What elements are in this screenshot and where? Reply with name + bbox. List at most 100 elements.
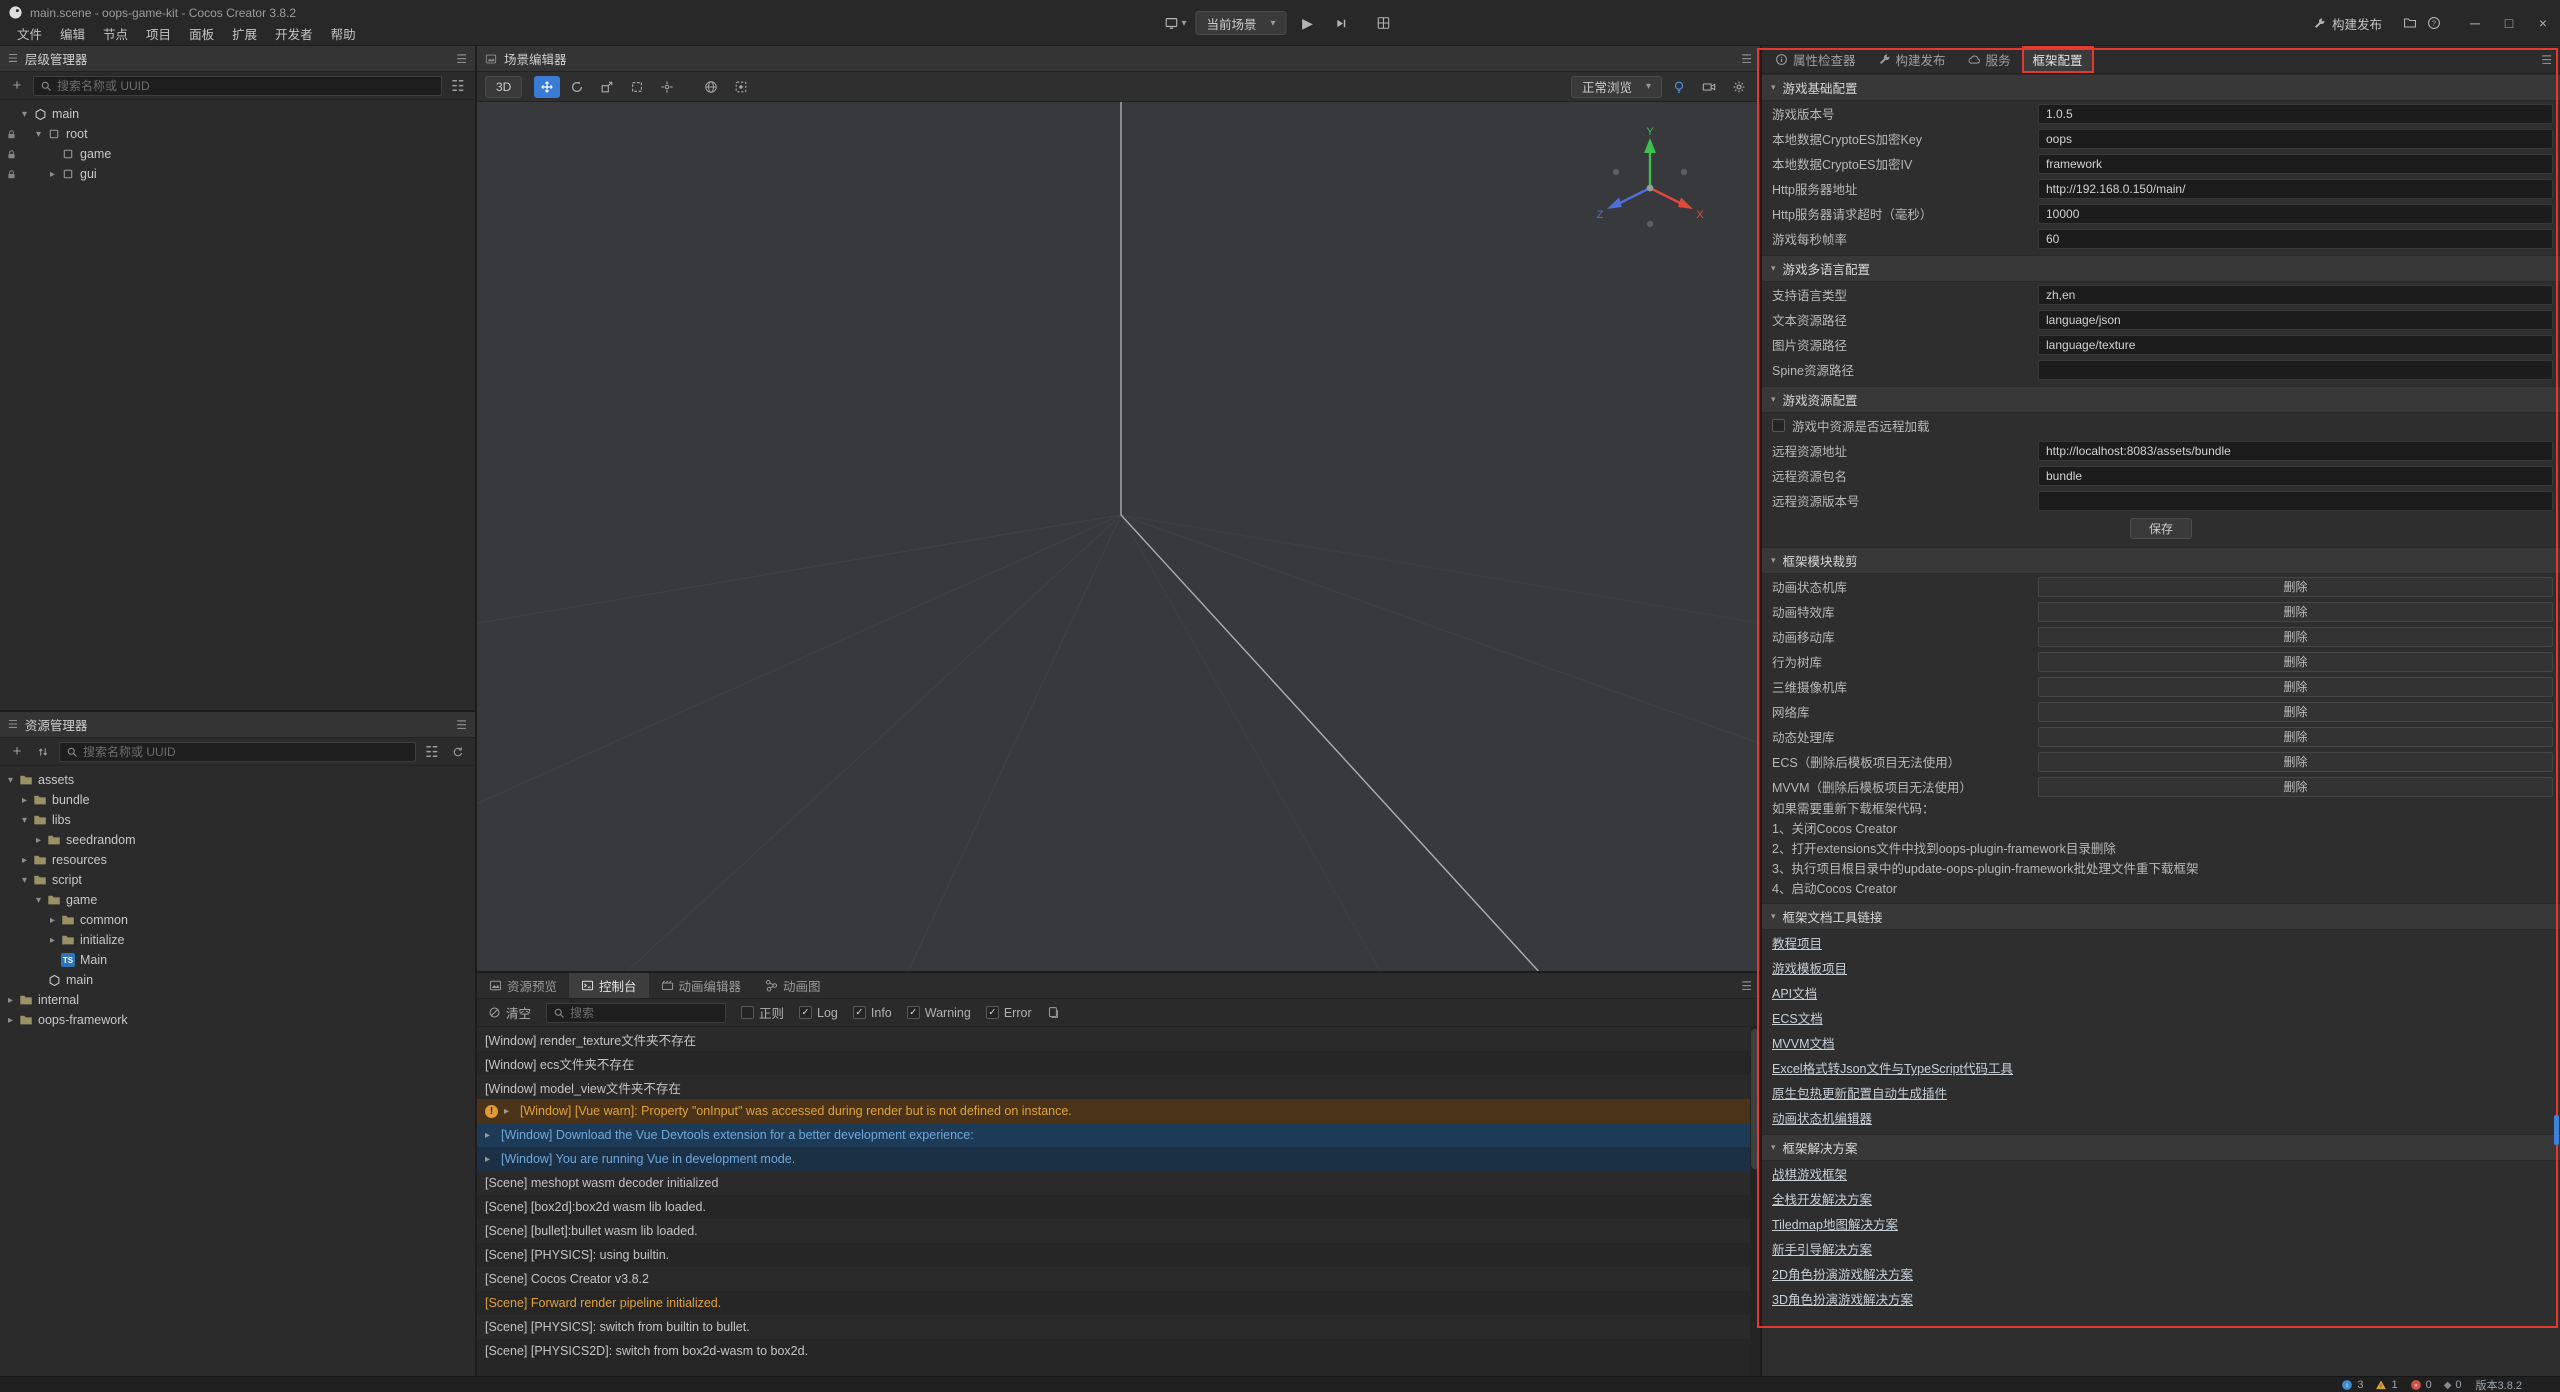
expand-arrow-icon[interactable]: ▸ [504,1106,516,1117]
link-3D角色扮演游戏解决方案[interactable]: 3D角色扮演游戏解决方案 [1772,1289,1913,1308]
link-MVVM文档[interactable]: MVVM文档 [1772,1033,1835,1052]
link-API文档[interactable]: API文档 [1772,983,1817,1002]
scrollbar-thumb[interactable] [2554,1115,2559,1145]
delete-module-button-MVVM（删除后模板项目无法使用）[interactable]: 删除 [2038,777,2553,797]
menu-item-开发者[interactable]: 开发者 [266,22,322,45]
maximize-button[interactable]: □ [2492,0,2526,46]
section-header-框架模块裁剪[interactable]: ▾框架模块裁剪 [1762,547,2560,574]
field-input-游戏版本号[interactable] [2038,104,2553,124]
section-header-游戏多语言配置[interactable]: ▾游戏多语言配置 [1762,255,2560,282]
console-line[interactable]: [Scene] [PHYSICS2D]: switch from box2d-w… [477,1339,1760,1363]
assets-filter-icon[interactable]: ☷ [422,742,442,762]
filter-checkbox-Log[interactable]: ✓ [799,1006,812,1019]
lighting-toggle-button[interactable] [1666,76,1692,98]
view-mode-select[interactable]: 正常浏览 ▾ [1571,76,1662,98]
field-input-远程资源版本号[interactable] [2038,491,2553,511]
status-diamond-icon[interactable]: ◆0 [2444,1379,2462,1391]
console-tab-资源预览[interactable]: 资源预览 [477,973,569,998]
tree-item-oops-framework[interactable]: ▸oops-framework [0,1010,475,1030]
tree-item-resources[interactable]: ▸resources [0,850,475,870]
field-input-远程资源包名[interactable] [2038,466,2553,486]
build-publish-button[interactable]: 构建发布 [2313,14,2382,33]
link-ECS文档[interactable]: ECS文档 [1772,1008,1823,1027]
collapse-arrow-icon[interactable]: ▾ [18,875,31,886]
menu-item-文件[interactable]: 文件 [8,22,51,45]
link-Tiledmap地图解决方案[interactable]: Tiledmap地图解决方案 [1772,1214,1898,1233]
link-教程项目[interactable]: 教程项目 [1772,933,1822,952]
field-input-图片资源路径[interactable] [2038,335,2553,355]
tree-item-bundle[interactable]: ▸bundle [0,790,475,810]
console-line[interactable]: [Window] render_texture文件夹不存在 [477,1027,1760,1051]
expand-arrow-icon[interactable]: ▸ [4,995,17,1006]
world-local-toggle[interactable] [698,76,724,98]
menu-item-扩展[interactable]: 扩展 [223,22,266,45]
field-input-Http服务器地址[interactable] [2038,179,2553,199]
console-line[interactable]: [Scene] Forward render pipeline initiali… [477,1291,1760,1315]
lock-icon[interactable] [4,129,18,140]
console-line[interactable]: [Scene] [PHYSICS]: using builtin. [477,1243,1760,1267]
add-asset-button[interactable]: + [7,742,27,762]
section-header-游戏资源配置[interactable]: ▾游戏资源配置 [1762,386,2560,413]
expand-arrow-icon[interactable]: ▸ [32,835,45,846]
anchor-tool-button[interactable] [654,76,680,98]
layout-grid-icon[interactable] [1372,11,1396,35]
refresh-icon[interactable] [448,742,468,762]
tree-item-assets[interactable]: ▾assets [0,770,475,790]
tree-item-libs[interactable]: ▾libs [0,810,475,830]
section-header-游戏基础配置[interactable]: ▾游戏基础配置 [1762,74,2560,101]
delete-module-button-动画状态机库[interactable]: 删除 [2038,577,2553,597]
minimize-button[interactable]: ─ [2458,0,2492,46]
inspector-tab-属性检查器[interactable]: 属性检查器 [1764,46,1867,73]
console-line[interactable]: [Scene] Cocos Creator v3.8.2 [477,1267,1760,1291]
help-button[interactable]: ? [2422,11,2446,35]
expand-arrow-icon[interactable]: ▸ [485,1154,497,1165]
delete-module-button-三维摄像机库[interactable]: 删除 [2038,677,2553,697]
status-error-icon[interactable]: ×0 [2410,1379,2432,1391]
add-node-button[interactable]: + [7,76,27,96]
hierarchy-search-input[interactable] [57,79,435,93]
link-新手引导解决方案[interactable]: 新手引导解决方案 [1772,1239,1872,1258]
tree-item-seedrandom[interactable]: ▸seedrandom [0,830,475,850]
axis-gizmo[interactable]: Y X Z [1590,126,1710,236]
delete-module-button-行为树库[interactable]: 删除 [2038,652,2553,672]
console-tab-动画图[interactable]: 动画图 [753,973,833,998]
expand-arrow-icon[interactable]: ▸ [46,169,59,180]
inspector-tab-构建发布[interactable]: 构建发布 [1867,46,1957,73]
console-line[interactable]: [Window] ecs文件夹不存在 [477,1051,1760,1075]
tree-item-internal[interactable]: ▸internal [0,990,475,1010]
console-search-input[interactable] [570,1006,719,1020]
collapse-arrow-icon[interactable]: ▾ [18,109,31,120]
panel-menu-icon[interactable]: ☰ [1741,979,1760,993]
panel-menu-icon[interactable]: ☰ [456,718,467,732]
expand-arrow-icon[interactable]: ▸ [46,915,59,926]
status-info-icon[interactable]: i3 [2341,1379,2363,1391]
remote-load-checkbox[interactable] [1772,419,1785,432]
delete-module-button-动画移动库[interactable]: 删除 [2038,627,2553,647]
tree-item-root[interactable]: ▾root [0,124,475,144]
field-input-支持语言类型[interactable] [2038,285,2553,305]
menu-item-项目[interactable]: 项目 [137,22,180,45]
rect-tool-button[interactable] [624,76,650,98]
copy-log-button[interactable] [1047,1006,1060,1019]
console-line[interactable]: [Scene] [box2d]:box2d wasm lib loaded. [477,1195,1760,1219]
tree-item-Main[interactable]: TSMain [0,950,475,970]
link-动画状态机编辑器[interactable]: 动画状态机编辑器 [1772,1108,1872,1127]
delete-module-button-动态处理库[interactable]: 删除 [2038,727,2553,747]
console-line[interactable]: [Scene] [bullet]:bullet wasm lib loaded. [477,1219,1760,1243]
delete-module-button-网络库[interactable]: 删除 [2038,702,2553,722]
tree-item-game[interactable]: ▾game [0,890,475,910]
field-input-远程资源地址[interactable] [2038,441,2553,461]
section-header-框架解决方案[interactable]: ▾框架解决方案 [1762,1134,2560,1161]
tree-item-gui[interactable]: ▸gui [0,164,475,184]
collapse-arrow-icon[interactable]: ▾ [4,775,17,786]
section-header-框架文档工具链接[interactable]: ▾框架文档工具链接 [1762,903,2560,930]
filter-checkbox-Info[interactable]: ✓ [853,1006,866,1019]
play-button[interactable]: ▶ [1296,11,1320,35]
collapse-arrow-icon[interactable]: ▾ [18,815,31,826]
field-input-游戏每秒帧率[interactable] [2038,229,2553,249]
clear-console-button[interactable]: 清空 [488,1003,531,1022]
step-button[interactable] [1329,11,1353,35]
panel-menu-icon[interactable]: ☰ [456,52,467,66]
link-原生包热更新配置自动生成插件[interactable]: 原生包热更新配置自动生成插件 [1772,1083,1947,1102]
menu-item-帮助[interactable]: 帮助 [322,22,365,45]
